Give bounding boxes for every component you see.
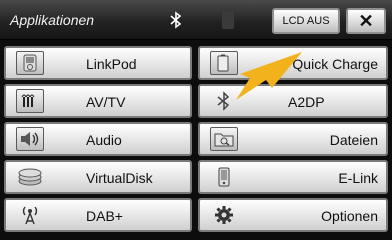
optionen-button[interactable]: Optionen [198, 198, 388, 232]
tile-label: DAB+ [86, 208, 123, 224]
tile-label: AV/TV [86, 94, 126, 110]
av-tv-icon [16, 89, 44, 113]
dab-button[interactable]: DAB+ [4, 198, 192, 232]
tile-label: Optionen [321, 208, 378, 224]
tile-label: Audio [86, 132, 122, 148]
folder-search-icon [210, 127, 238, 151]
tile-label: LinkPod [86, 56, 137, 72]
tile-label: Quick Charge [292, 56, 378, 72]
highlight-arrow-icon [236, 52, 302, 100]
close-button[interactable]: ✕ [346, 8, 386, 34]
tile-label: E-Link [338, 170, 378, 186]
speaker-icon [16, 127, 44, 151]
gear-icon [210, 203, 238, 227]
lcd-off-button[interactable]: LCD AUS [272, 8, 340, 34]
app-header: Applikationen LCD AUS ✕ [0, 0, 392, 40]
dateien-button[interactable]: Dateien [198, 122, 388, 156]
page-title: Applikationen [10, 12, 95, 28]
tile-label: Dateien [329, 132, 378, 148]
e-link-button[interactable]: E-Link [198, 160, 388, 194]
status-indicator [222, 11, 234, 29]
ipod-icon [16, 51, 44, 75]
audio-button[interactable]: Audio [4, 122, 192, 156]
tile-label: VirtualDisk [86, 170, 153, 186]
bluetooth-icon [170, 11, 182, 29]
av-tv-button[interactable]: AV/TV [4, 84, 192, 118]
antenna-icon [16, 203, 44, 227]
linkpod-button[interactable]: LinkPod [4, 46, 192, 80]
phone-icon [210, 165, 238, 189]
virtualdisk-button[interactable]: VirtualDisk [4, 160, 192, 194]
app-grid: LinkPod AV/TV Audio VirtualDisk DAB+ Qui… [0, 42, 392, 240]
disc-icon [16, 165, 44, 189]
